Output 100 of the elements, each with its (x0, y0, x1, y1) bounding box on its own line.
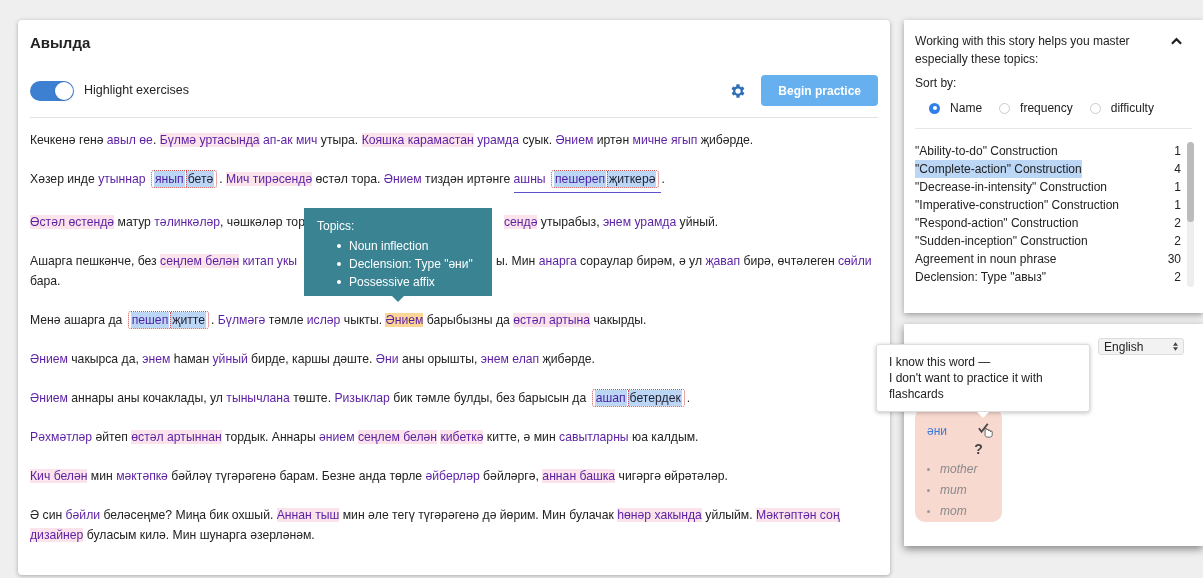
word-link[interactable]: энем елап (480, 351, 540, 366)
phrase-link[interactable]: Мәктәптән соң (756, 507, 840, 522)
sort-radio[interactable]: Name (929, 99, 983, 117)
word-link[interactable]: тынычлана (226, 390, 290, 405)
phrase-link[interactable]: Аннан тыш (276, 507, 340, 522)
word-link[interactable]: бәйли (65, 507, 101, 522)
word-link[interactable]: әнием (319, 429, 355, 444)
story-text: җибәрде. (541, 351, 595, 366)
sort-radio[interactable]: difficulty (1089, 99, 1154, 117)
topic-row[interactable]: "Decrease-in-intensity" Construction 1 (915, 178, 1187, 196)
word-link[interactable]: урамда (477, 132, 519, 147)
topic-name: "Ability-to-do" Construction (915, 143, 1058, 160)
phrase-link[interactable]: өстәл артыннан (131, 429, 222, 444)
story-text: бик тәмле булды, без барысын да (392, 390, 588, 405)
story-text: уйлыйм. (704, 507, 754, 522)
exercise-word[interactable]: пешеп (130, 312, 170, 329)
phrase-link[interactable]: Мич тирәсендә (226, 171, 313, 186)
exercise-word[interactable]: бетердек (627, 390, 682, 407)
topic-name: "Respond-action" Construction (915, 215, 1079, 232)
word-link[interactable]: сөйли (838, 253, 872, 268)
flashcard-tooltip: I know this word — I don't want to practice it with flashcards (876, 344, 1090, 412)
phrase-link[interactable]: сеңлем белән (160, 253, 240, 268)
tooltip-item: Declension: Type "әни" (349, 256, 473, 272)
topic-row[interactable]: "Imperative-construction" Construction 1 (915, 196, 1187, 214)
word-link[interactable]: Рәхмәтләр (30, 429, 93, 444)
sort-radio[interactable]: frequency (999, 99, 1073, 117)
topic-row[interactable]: Declension: Type "авыз" 2 (915, 268, 1187, 286)
word-link[interactable]: анарга (538, 253, 577, 268)
word-link[interactable]: савытларны (559, 429, 629, 444)
word-link[interactable]: Әнием (30, 390, 68, 405)
collapse-caret-icon[interactable] (1171, 37, 1182, 45)
word-link[interactable]: исләр (306, 312, 341, 327)
phrase-link[interactable]: дизайнер (30, 527, 84, 542)
topic-row[interactable]: "Complete-action" Construction 4 (915, 160, 1187, 178)
story-text: һаман (172, 351, 211, 366)
exercise-word[interactable]: пешереп (554, 171, 607, 188)
phrase-link[interactable]: Өстәл өстендә (30, 214, 115, 229)
topic-count: 1 (1174, 143, 1181, 160)
phrase-link[interactable]: һөнәр хакында (617, 507, 702, 522)
story-text: утыра. (319, 132, 360, 147)
word-link[interactable]: мәктәпкә (116, 468, 168, 483)
exercise-word[interactable]: җиткерә (607, 171, 657, 188)
story-text: бирә, өчтәлеген (742, 253, 836, 268)
question-mark[interactable]: ? (927, 442, 991, 456)
story-text: Менә ашарга да (30, 312, 124, 327)
story-text: тәмле (267, 312, 305, 327)
word-link[interactable]: энем урамда (602, 214, 677, 229)
tooltip-item: Noun inflection (349, 238, 429, 254)
word-link[interactable]: уйный (212, 351, 248, 366)
topic-name: Declension: Type "авыз" (915, 269, 1046, 286)
phrase-link[interactable]: аннан башка (542, 468, 616, 483)
language-select[interactable]: English (1098, 338, 1185, 355)
story-text: чакырса да, (70, 351, 140, 366)
word-link[interactable]: китап укы (242, 253, 298, 268)
story-text: бара. (30, 273, 61, 288)
word-link[interactable]: мичне ягып (632, 132, 698, 147)
exercise-word[interactable]: ашап (594, 390, 627, 407)
bullet-icon (927, 467, 931, 471)
topic-name: "Imperative-construction" Construction (915, 197, 1119, 214)
phrase-link[interactable]: кибеткә (440, 429, 484, 444)
word-link[interactable]: Әни (375, 351, 399, 366)
phrase-link[interactable]: Кояшка карамастан (361, 132, 474, 147)
word-link[interactable]: Әнием (30, 351, 68, 366)
word-link[interactable]: ап-ак мич (263, 132, 318, 147)
topic-row[interactable]: Agreement in noun phrase 30 (915, 250, 1187, 268)
word-link[interactable]: энем (142, 351, 171, 366)
exercise-word[interactable]: бетә (185, 171, 215, 188)
word-link[interactable]: Бүлмәгә (217, 312, 266, 327)
phrase-link[interactable]: өстәл артына (513, 312, 591, 327)
topic-count: 2 (1174, 215, 1181, 232)
word-link[interactable]: Әнием (383, 171, 422, 186)
topic-row[interactable]: "Respond-action" Construction 2 (915, 214, 1187, 232)
phrase-link[interactable]: Бүлмә уртасында (159, 132, 260, 147)
toggle-switch[interactable] (30, 80, 74, 101)
story-text: сораулар бирәм, ә ул (579, 253, 703, 268)
exercise-word[interactable]: янып (153, 171, 185, 188)
story-text: өстәл тора. (314, 171, 382, 186)
word-link[interactable]: Ризыклар (334, 390, 390, 405)
phrase-link[interactable]: Кич белән (30, 468, 88, 483)
topic-row[interactable]: "Ability-to-do" Construction 1 (915, 142, 1187, 160)
story-text: Ә син (30, 507, 64, 522)
checkmark-icon[interactable] (978, 422, 995, 438)
word-link[interactable]: җавап (705, 253, 741, 268)
story-text: аннары аны кочаклады, ул (70, 390, 224, 405)
word-link[interactable]: авыл өе (106, 132, 153, 147)
phrase-link[interactable]: сендә (503, 214, 538, 229)
exercise-word[interactable]: җитте (170, 312, 207, 329)
word-link[interactable]: әйберләр (425, 468, 480, 483)
word-link[interactable]: Әнием (385, 312, 424, 327)
story-text: төште. (292, 390, 333, 405)
phrase-link[interactable]: сеңлем белән (357, 429, 437, 444)
topic-count: 1 (1174, 179, 1181, 196)
word-link[interactable]: утыннар (98, 171, 146, 186)
bullet-icon (927, 488, 931, 492)
scrollbar[interactable] (1187, 142, 1194, 287)
word-link[interactable]: ашны (513, 171, 546, 186)
topic-count: 2 (1174, 269, 1181, 286)
topic-name: Agreement in noun phrase (915, 251, 1057, 268)
word-link[interactable]: Әнием (555, 132, 594, 147)
topic-row[interactable]: "Sudden-inception" Construction 2 (915, 232, 1187, 250)
